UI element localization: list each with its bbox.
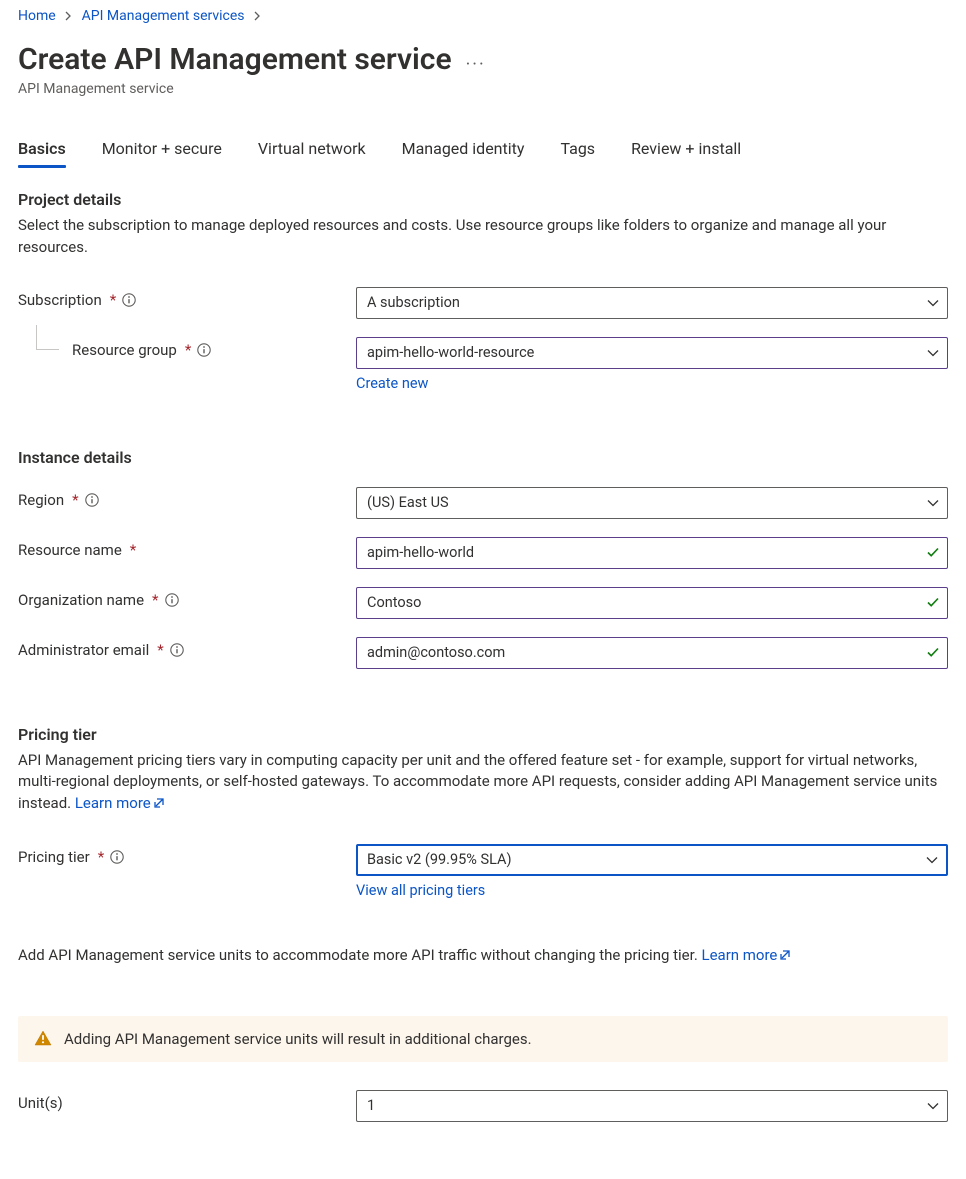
section-desc-project-details: Select the subscription to manage deploy… <box>18 215 948 259</box>
units-dropdown[interactable]: 1 <box>356 1090 948 1122</box>
tab-bar: Basics Monitor + secure Virtual network … <box>18 133 948 168</box>
section-desc-pricing-tier: API Management pricing tiers vary in com… <box>18 750 948 816</box>
label-resource-group: Resource group* <box>18 337 356 359</box>
region-dropdown[interactable]: (US) East US <box>356 487 948 519</box>
check-icon <box>927 644 939 661</box>
organization-name-input[interactable]: Contoso <box>356 587 948 619</box>
section-heading-pricing-tier: Pricing tier <box>18 725 948 744</box>
subscription-dropdown[interactable]: A subscription <box>356 287 948 319</box>
pricing-tier-dropdown[interactable]: Basic v2 (99.95% SLA) <box>356 844 948 876</box>
more-icon[interactable]: ··· <box>466 54 486 75</box>
label-resource-name: Resource name* <box>18 537 356 559</box>
label-organization-name: Organization name* <box>18 587 356 609</box>
label-pricing-tier: Pricing tier* <box>18 844 356 866</box>
input-value: apim-hello-world <box>367 544 474 561</box>
tab-monitor-secure[interactable]: Monitor + secure <box>102 133 222 168</box>
input-value: Contoso <box>367 594 421 611</box>
check-icon <box>927 594 939 611</box>
units-description: Add API Management service units to acco… <box>18 945 948 968</box>
label-admin-email: Administrator email* <box>18 637 356 659</box>
section-heading-instance-details: Instance details <box>18 448 948 467</box>
chevron-down-icon <box>927 494 939 511</box>
chevron-down-icon <box>926 851 938 868</box>
dropdown-value: A subscription <box>367 294 460 311</box>
external-link-icon <box>153 794 165 816</box>
view-all-pricing-tiers-link[interactable]: View all pricing tiers <box>356 882 485 899</box>
info-icon[interactable] <box>165 593 179 607</box>
info-icon[interactable] <box>85 493 99 507</box>
warning-icon <box>34 1030 52 1048</box>
create-new-link[interactable]: Create new <box>356 375 428 392</box>
warning-banner: Adding API Management service units will… <box>18 1016 948 1062</box>
breadcrumb-apim-services[interactable]: API Management services <box>82 8 245 24</box>
check-icon <box>927 544 939 561</box>
learn-more-units-link[interactable]: Learn more <box>702 946 792 964</box>
dropdown-value: 1 <box>367 1097 375 1114</box>
learn-more-link[interactable]: Learn more <box>75 794 165 812</box>
dropdown-value: apim-hello-world-resource <box>367 344 534 361</box>
chevron-down-icon <box>927 344 939 361</box>
chevron-right-icon <box>65 8 72 24</box>
info-icon[interactable] <box>170 643 184 657</box>
dropdown-value: Basic v2 (99.95% SLA) <box>367 851 512 868</box>
info-icon[interactable] <box>110 850 124 864</box>
breadcrumb: Home API Management services <box>18 8 948 24</box>
tab-virtual-network[interactable]: Virtual network <box>258 133 366 168</box>
label-region: Region* <box>18 487 356 509</box>
breadcrumb-home[interactable]: Home <box>18 8 56 24</box>
dropdown-value: (US) East US <box>367 494 449 511</box>
warning-text: Adding API Management service units will… <box>64 1030 532 1048</box>
external-link-icon <box>779 946 791 968</box>
input-value: admin@contoso.com <box>367 644 505 661</box>
chevron-down-icon <box>927 1097 939 1114</box>
tab-managed-identity[interactable]: Managed identity <box>402 133 525 168</box>
info-icon[interactable] <box>197 343 211 357</box>
page-title: Create API Management service <box>18 42 452 77</box>
label-subscription: Subscription* <box>18 287 356 309</box>
tab-basics[interactable]: Basics <box>18 133 66 168</box>
chevron-down-icon <box>927 294 939 311</box>
admin-email-input[interactable]: admin@contoso.com <box>356 637 948 669</box>
tab-tags[interactable]: Tags <box>560 133 595 168</box>
section-heading-project-details: Project details <box>18 190 948 209</box>
info-icon[interactable] <box>122 293 136 307</box>
tab-review-install[interactable]: Review + install <box>631 133 741 168</box>
label-units: Unit(s) <box>18 1090 356 1112</box>
resource-name-input[interactable]: apim-hello-world <box>356 537 948 569</box>
resource-group-dropdown[interactable]: apim-hello-world-resource <box>356 337 948 369</box>
chevron-right-icon <box>254 8 261 24</box>
page-subtitle: API Management service <box>18 81 948 97</box>
